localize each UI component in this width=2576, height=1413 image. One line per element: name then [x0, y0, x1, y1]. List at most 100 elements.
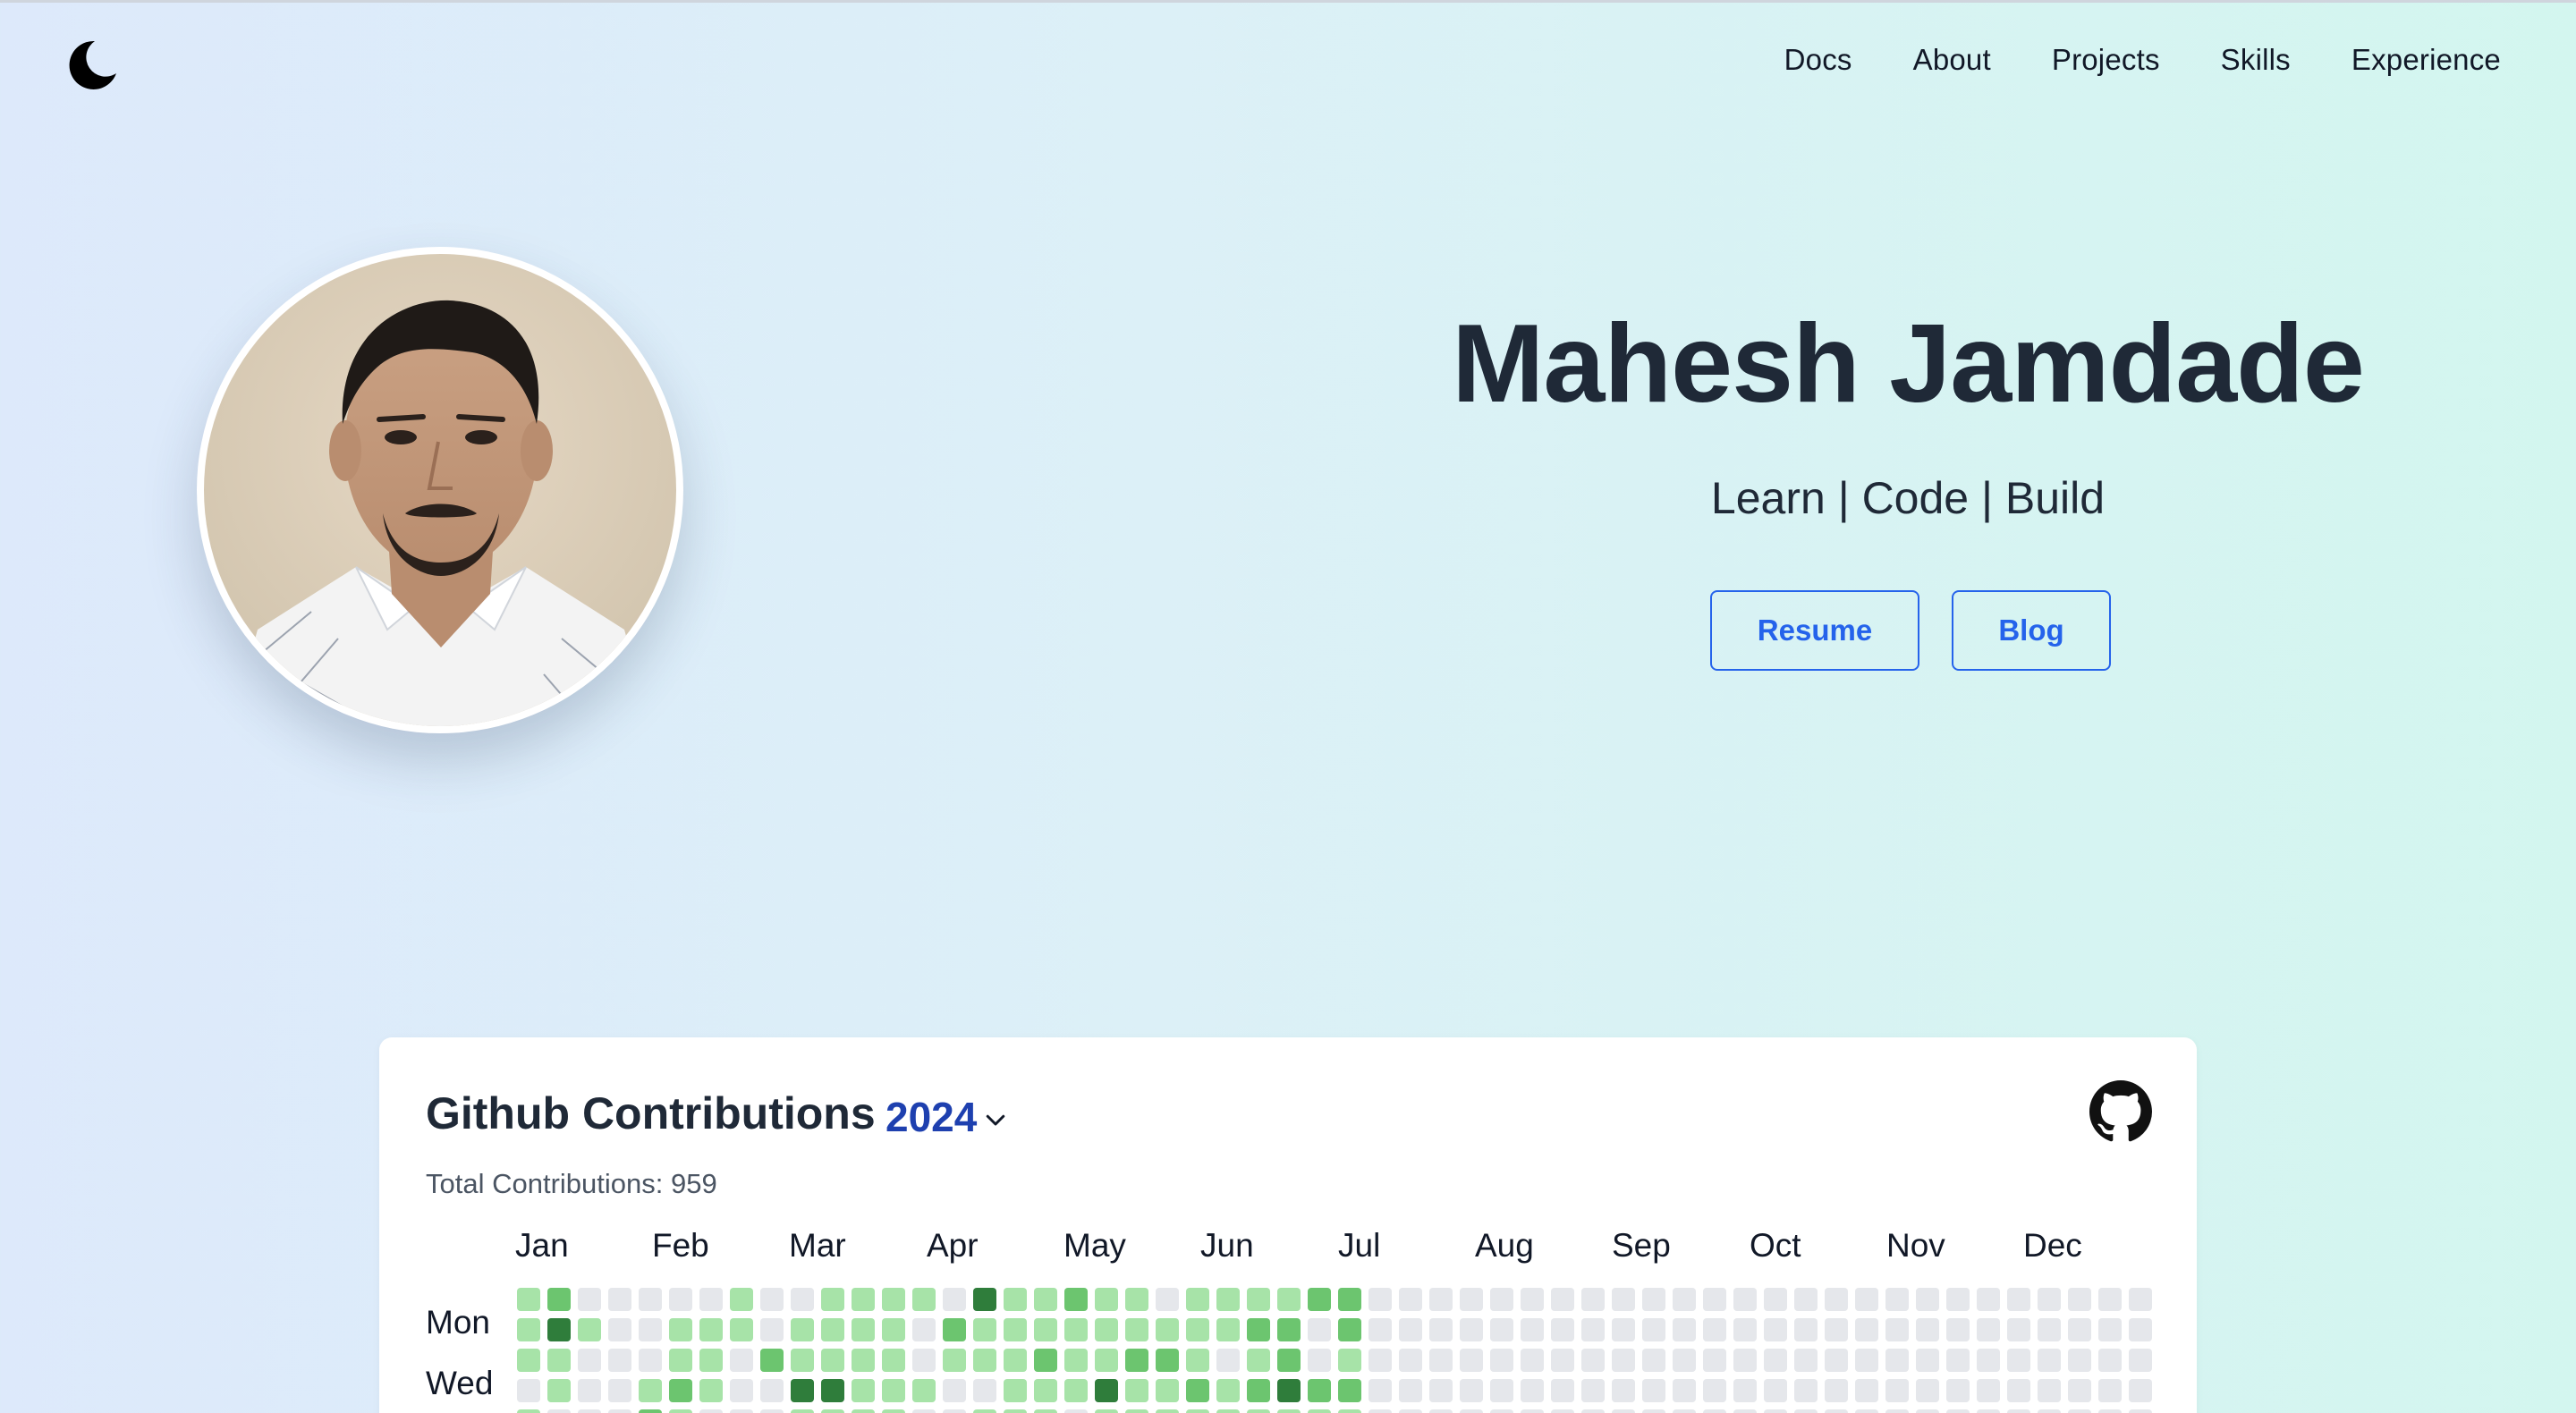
- contribution-cell[interactable]: [1551, 1318, 1574, 1341]
- contribution-cell[interactable]: [1977, 1409, 2000, 1413]
- contribution-cell[interactable]: [2038, 1318, 2061, 1341]
- contribution-cell[interactable]: [578, 1349, 601, 1372]
- nav-link-projects[interactable]: Projects: [2052, 43, 2160, 77]
- contribution-cell[interactable]: [1429, 1409, 1453, 1413]
- contribution-cell[interactable]: [852, 1318, 875, 1341]
- contribution-cell[interactable]: [1338, 1288, 1361, 1311]
- contribution-cell[interactable]: [2068, 1409, 2091, 1413]
- contribution-cell[interactable]: [1733, 1288, 1757, 1311]
- contribution-cell[interactable]: [1125, 1379, 1148, 1402]
- contribution-cell[interactable]: [973, 1288, 996, 1311]
- contribution-cell[interactable]: [1368, 1288, 1392, 1311]
- contribution-cell[interactable]: [1277, 1349, 1301, 1372]
- contribution-cell[interactable]: [608, 1288, 631, 1311]
- contribution-cell[interactable]: [943, 1379, 966, 1402]
- contribution-cell[interactable]: [1216, 1409, 1240, 1413]
- contribution-cell[interactable]: [943, 1288, 966, 1311]
- contribution-cell[interactable]: [1794, 1349, 1818, 1372]
- contribution-cell[interactable]: [2038, 1409, 2061, 1413]
- contribution-cell[interactable]: [608, 1409, 631, 1413]
- contribution-cell[interactable]: [517, 1288, 540, 1311]
- contribution-cell[interactable]: [1642, 1288, 1665, 1311]
- contribution-cell[interactable]: [1642, 1409, 1665, 1413]
- contribution-cell[interactable]: [547, 1349, 571, 1372]
- contribution-cell[interactable]: [821, 1318, 844, 1341]
- contribution-cell[interactable]: [1825, 1288, 1848, 1311]
- contribution-cell[interactable]: [1368, 1349, 1392, 1372]
- contribution-cell[interactable]: [2068, 1349, 2091, 1372]
- contribution-cell[interactable]: [1308, 1318, 1331, 1341]
- contribution-cell[interactable]: [1521, 1409, 1544, 1413]
- contribution-cell[interactable]: [1916, 1379, 1939, 1402]
- contribution-cell[interactable]: [1034, 1379, 1057, 1402]
- contribution-cell[interactable]: [1855, 1288, 1878, 1311]
- contribution-cell[interactable]: [912, 1288, 936, 1311]
- contribution-cell[interactable]: [1703, 1379, 1726, 1402]
- contribution-cell[interactable]: [1916, 1288, 1939, 1311]
- contribution-cell[interactable]: [791, 1288, 814, 1311]
- contribution-cell[interactable]: [699, 1318, 723, 1341]
- contribution-cell[interactable]: [882, 1349, 905, 1372]
- contribution-cell[interactable]: [1916, 1349, 1939, 1372]
- contribution-cell[interactable]: [1429, 1318, 1453, 1341]
- contribution-cell[interactable]: [882, 1288, 905, 1311]
- contribution-cell[interactable]: [1004, 1318, 1027, 1341]
- contribution-cell[interactable]: [1034, 1349, 1057, 1372]
- contribution-cell[interactable]: [1368, 1409, 1392, 1413]
- contribution-cell[interactable]: [1855, 1379, 1878, 1402]
- contribution-cell[interactable]: [1125, 1318, 1148, 1341]
- contribution-cell[interactable]: [730, 1409, 753, 1413]
- contribution-cell[interactable]: [973, 1409, 996, 1413]
- contribution-cell[interactable]: [1247, 1379, 1270, 1402]
- contribution-cell[interactable]: [1642, 1349, 1665, 1372]
- contribution-cell[interactable]: [1733, 1318, 1757, 1341]
- contribution-cell[interactable]: [2068, 1379, 2091, 1402]
- contribution-cell[interactable]: [699, 1409, 723, 1413]
- contribution-cell[interactable]: [973, 1349, 996, 1372]
- contribution-cell[interactable]: [1764, 1349, 1787, 1372]
- contribution-cell[interactable]: [2098, 1379, 2122, 1402]
- nav-link-docs[interactable]: Docs: [1784, 43, 1852, 77]
- github-icon[interactable]: [2089, 1080, 2152, 1143]
- contribution-cell[interactable]: [2098, 1409, 2122, 1413]
- contribution-cell[interactable]: [699, 1379, 723, 1402]
- contribution-cell[interactable]: [2098, 1349, 2122, 1372]
- contribution-cell[interactable]: [1186, 1349, 1209, 1372]
- contribution-cell[interactable]: [1825, 1379, 1848, 1402]
- contribution-cell[interactable]: [578, 1318, 601, 1341]
- contribution-cell[interactable]: [1673, 1409, 1696, 1413]
- contribution-cell[interactable]: [1703, 1349, 1726, 1372]
- contribution-cell[interactable]: [821, 1409, 844, 1413]
- contribution-cell[interactable]: [1673, 1288, 1696, 1311]
- contribution-cell[interactable]: [1095, 1409, 1118, 1413]
- contribution-cell[interactable]: [791, 1409, 814, 1413]
- contribution-cell[interactable]: [1764, 1409, 1787, 1413]
- contribution-cell[interactable]: [1521, 1349, 1544, 1372]
- contribution-cell[interactable]: [547, 1288, 571, 1311]
- contribution-cell[interactable]: [669, 1379, 692, 1402]
- contribution-cell[interactable]: [1247, 1288, 1270, 1311]
- contribution-cell[interactable]: [791, 1379, 814, 1402]
- contribution-cell[interactable]: [1855, 1318, 1878, 1341]
- contribution-cell[interactable]: [1581, 1349, 1605, 1372]
- contribution-cell[interactable]: [608, 1379, 631, 1402]
- contribution-cell[interactable]: [2007, 1409, 2030, 1413]
- contribution-cell[interactable]: [1612, 1409, 1635, 1413]
- moon-icon[interactable]: [63, 36, 120, 93]
- contribution-cell[interactable]: [699, 1349, 723, 1372]
- contribution-cell[interactable]: [1399, 1379, 1422, 1402]
- contribution-cell[interactable]: [1946, 1288, 1970, 1311]
- contribution-cell[interactable]: [2068, 1318, 2091, 1341]
- contribution-cell[interactable]: [639, 1318, 662, 1341]
- contribution-cell[interactable]: [1642, 1379, 1665, 1402]
- contribution-cell[interactable]: [1186, 1318, 1209, 1341]
- contribution-cell[interactable]: [517, 1318, 540, 1341]
- contribution-cell[interactable]: [1946, 1318, 1970, 1341]
- contribution-cell[interactable]: [1034, 1318, 1057, 1341]
- contribution-cell[interactable]: [669, 1318, 692, 1341]
- contribution-cell[interactable]: [1460, 1318, 1483, 1341]
- contribution-cell[interactable]: [1277, 1318, 1301, 1341]
- contribution-cell[interactable]: [1855, 1349, 1878, 1372]
- contribution-cell[interactable]: [1034, 1288, 1057, 1311]
- contribution-cell[interactable]: [1338, 1318, 1361, 1341]
